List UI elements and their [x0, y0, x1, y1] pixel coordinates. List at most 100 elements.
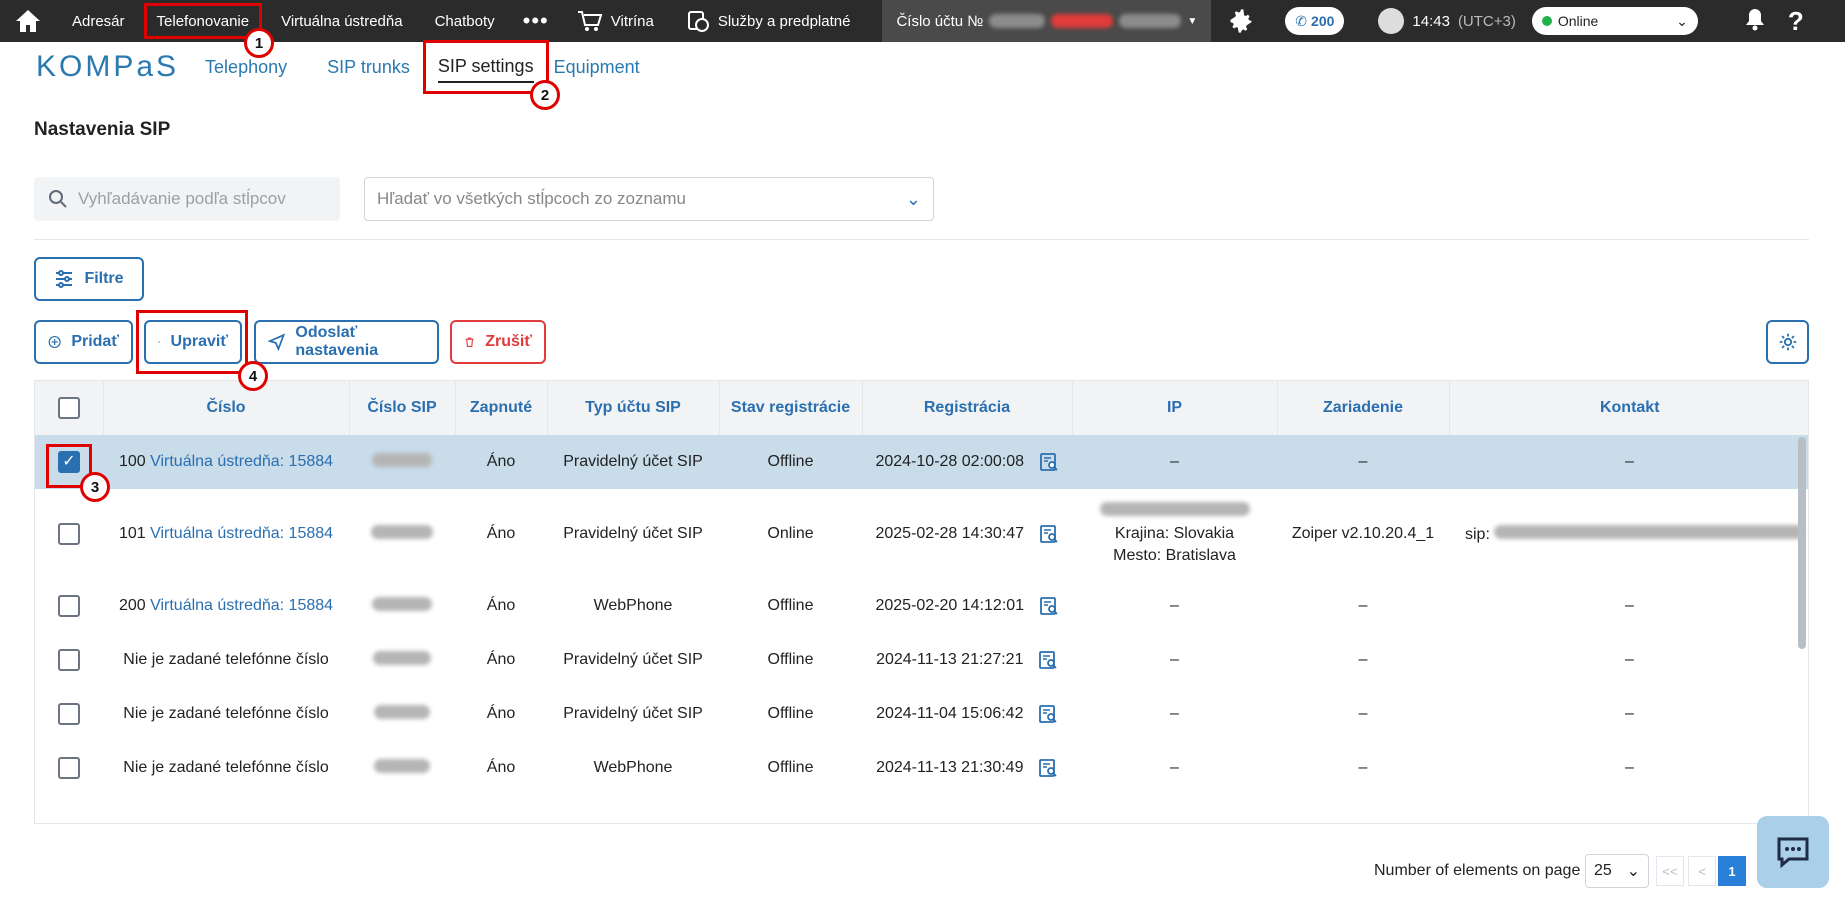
table-row[interactable]: Nie je zadané telefónne číslo Áno Pravide…: [35, 633, 1808, 687]
table-scrollbar[interactable]: [1798, 437, 1806, 649]
tab-sip-trunks[interactable]: SIP trunks: [327, 53, 410, 82]
page-size-select[interactable]: 25 ⌄: [1585, 854, 1649, 888]
phone-number: 100: [118, 453, 146, 470]
cell-ip: –: [1170, 597, 1179, 614]
cell-typ-uctu: Pravidelný účet SIP: [563, 651, 703, 668]
row-checkbox[interactable]: [58, 595, 80, 617]
table-row[interactable]: Nie je zadané telefónne číslo Áno WebPhon…: [35, 741, 1808, 795]
col-cislo[interactable]: Číslo: [103, 381, 350, 435]
table-row[interactable]: 200 Virtuálna ústredňa: 15884 Áno WebPhon…: [35, 579, 1808, 633]
table-row[interactable]: ✓ 100 Virtuálna ústredňa: 15884 Áno Pravi…: [35, 435, 1808, 489]
bell-icon[interactable]: [1744, 7, 1766, 35]
col-zapnute[interactable]: Zapnuté: [455, 381, 548, 435]
cell-zariadenie: –: [1358, 705, 1368, 722]
pbx-link[interactable]: Virtuálna ústredňa: 15884: [150, 453, 333, 470]
registration-log-icon[interactable]: [1039, 596, 1059, 616]
nav-adresar[interactable]: Adresár: [56, 0, 141, 42]
registration-log-icon[interactable]: [1038, 758, 1058, 778]
nav-vitrina[interactable]: Vitrína: [561, 0, 670, 42]
account-extra-redacted: [1119, 14, 1182, 28]
row-checkbox[interactable]: [58, 649, 80, 671]
chat-widget-button[interactable]: [1757, 816, 1829, 888]
nav-virtualna-ustredna[interactable]: Virtuálna ústredňa: [265, 0, 418, 42]
column-search-select[interactable]: Hľadať vo všetkých stĺpcoch zo zoznamu ⌄: [364, 177, 934, 221]
col-registracia[interactable]: Registrácia: [862, 381, 1073, 435]
cell-zariadenie: –: [1277, 435, 1449, 489]
tab-sip-settings-highlight[interactable]: SIP settings: [422, 40, 549, 94]
col-zariadenie[interactable]: Zariadenie: [1277, 381, 1450, 435]
cell-cislo-sip: [349, 741, 455, 795]
sip-number-redacted: [372, 452, 432, 467]
cell-registracia: 2024-11-13 21:30:49: [862, 741, 1072, 795]
cell-ip: –: [1072, 435, 1277, 489]
status-select[interactable]: Online ⌄: [1531, 7, 1698, 35]
settings-gear-icon[interactable]: [1211, 7, 1271, 35]
tab-telephony[interactable]: Telephony: [205, 53, 287, 82]
top-navigation-bar: Adresár Telefonovanie Virtuálna ústredňa…: [0, 0, 1845, 42]
sip-number-redacted: [373, 650, 431, 665]
registration-log-icon[interactable]: [1038, 650, 1058, 670]
pbx-link[interactable]: Virtuálna ústredňa: 15884: [150, 525, 333, 542]
pbx-link[interactable]: Virtuálna ústredňa: 15884: [150, 597, 333, 614]
cell-zapnute: Áno: [486, 597, 516, 614]
add-button[interactable]: Pridať: [34, 320, 133, 364]
col-ip[interactable]: IP: [1072, 381, 1278, 435]
delete-button[interactable]: Zrušiť: [450, 320, 546, 364]
row-checkbox[interactable]: [58, 523, 80, 545]
cell-registracia: 2025-02-28 14:30:47: [862, 489, 1072, 579]
search-input[interactable]: Vyhľadávanie podľa stĺpcov: [34, 177, 340, 221]
nav-chatboty[interactable]: Chatboty: [419, 0, 511, 42]
table-settings-button[interactable]: [1766, 320, 1809, 364]
nav-sluzby[interactable]: Služby a predplatné: [670, 0, 867, 42]
cart-icon: [577, 11, 603, 31]
delete-label: Zrušiť: [485, 333, 532, 350]
table-row[interactable]: 101 Virtuálna ústredňa: 15884 Áno Pravide…: [35, 489, 1808, 579]
tab-equipment[interactable]: Equipment: [554, 53, 640, 82]
column-search-placeholder: Hľadať vo všetkých stĺpcoch zo zoznamu: [377, 189, 686, 208]
col-kontakt[interactable]: Kontakt: [1449, 381, 1808, 435]
chevron-down-icon: ⌄: [1676, 12, 1688, 29]
page-1-button[interactable]: 1: [1718, 856, 1746, 886]
registration-date: 2025-02-20 14:12:01: [875, 597, 1025, 615]
more-menu-button[interactable]: •••: [511, 0, 561, 42]
cell-ip: –: [1170, 759, 1179, 776]
row-checkbox-cell: [35, 741, 103, 795]
registration-date: 2024-11-13 21:30:49: [876, 759, 1024, 777]
prev-page-button[interactable]: <: [1688, 856, 1716, 886]
cell-cislo-sip: [349, 435, 455, 489]
table-row[interactable]: Nie je zadané telefónne číslo Áno Pravide…: [35, 687, 1808, 741]
send-settings-label: Odoslať nastavenia: [295, 324, 379, 359]
tab-sip-settings[interactable]: SIP settings: [437, 52, 534, 83]
cell-zapnute: Áno: [486, 651, 516, 668]
cell-zariadenie: –: [1358, 597, 1368, 614]
cell-registracia: 2025-02-20 14:12:01: [862, 579, 1072, 633]
cell-zapnute: Áno: [455, 435, 547, 489]
col-stav-registracie[interactable]: Stav registrácie: [719, 381, 863, 435]
cell-kontakt: sip:: [1449, 489, 1808, 579]
phone-number: 101: [118, 525, 146, 542]
registration-log-icon[interactable]: [1039, 524, 1059, 544]
page-size-label: Number of elements on page: [1374, 862, 1581, 879]
cell-kontakt: –: [1625, 759, 1634, 776]
active-calls-badge[interactable]: ✆ 200: [1285, 7, 1345, 35]
filters-button[interactable]: Filtre: [34, 257, 144, 301]
select-all-checkbox[interactable]: [57, 397, 80, 419]
cell-stav-registracie: Offline: [767, 651, 814, 668]
registration-log-icon[interactable]: [1039, 452, 1059, 472]
kompas-logo[interactable]: KOMPaS: [36, 50, 179, 84]
row-checkbox[interactable]: [58, 757, 80, 779]
help-icon[interactable]: ?: [1788, 6, 1804, 37]
first-page-button[interactable]: <<: [1656, 856, 1684, 886]
send-settings-button[interactable]: Odoslať nastavenia: [254, 320, 439, 364]
user-clock[interactable]: 14:43 (UTC+3): [1362, 0, 1531, 42]
search-icon: [49, 190, 67, 208]
col-cislo-sip[interactable]: Číslo SIP: [349, 381, 456, 435]
home-icon[interactable]: [0, 0, 56, 42]
account-selector[interactable]: Číslo účtu № ▼: [882, 0, 1212, 42]
cell-zapnute: Áno: [486, 759, 516, 776]
cell-typ-uctu: Pravidelný účet SIP: [563, 525, 703, 542]
registration-log-icon[interactable]: [1038, 704, 1058, 724]
cell-cislo: Nie je zadané telefónne číslo: [103, 741, 349, 795]
row-checkbox[interactable]: [58, 703, 80, 725]
col-typ-uctu[interactable]: Typ účtu SIP: [547, 381, 720, 435]
